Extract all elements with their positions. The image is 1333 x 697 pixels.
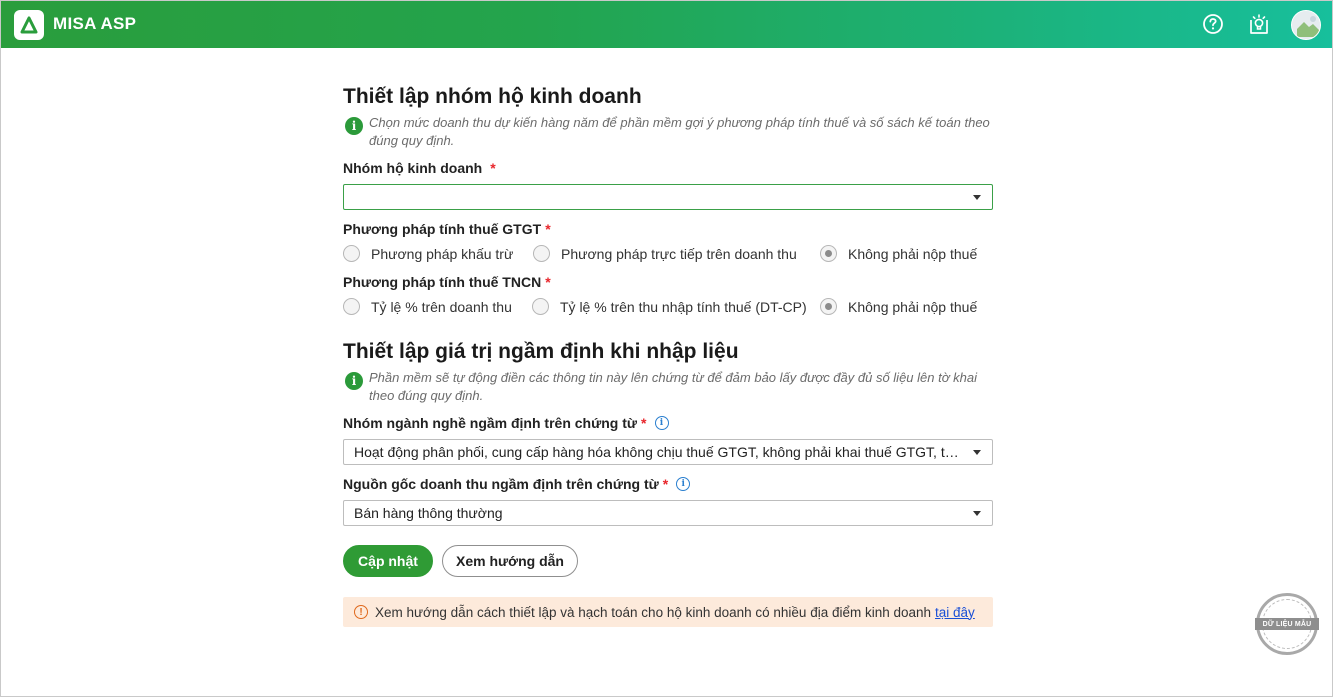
chevron-down-icon[interactable] [973,450,981,455]
sample-data-stamp: DỮ LIỆU MẪU [1255,593,1319,655]
hint-default-values: i Phần mềm sẽ tự động điền các thông tin… [345,369,995,405]
help-icon[interactable] [1201,12,1225,36]
misa-logo[interactable] [14,10,44,40]
section-title-business-group: Thiết lập nhóm hộ kinh doanh [343,85,642,108]
radio-circle[interactable] [532,298,549,315]
chevron-down-icon[interactable] [973,511,981,516]
select-value: Hoạt động phân phối, cung cấp hàng hóa k… [354,444,960,460]
logo-icon [20,16,38,34]
industry-group-select[interactable]: Hoạt động phân phối, cung cấp hàng hóa k… [343,439,993,465]
vat-radio-direct[interactable]: Phương pháp trực tiếp trên doanh thu [533,245,797,262]
hint-text: Chọn mức doanh thu dự kiến hàng năm để p… [369,115,990,148]
multi-location-notice: ! Xem hướng dẫn cách thiết lập và hạch t… [343,597,993,627]
pit-method-label: Phương pháp tính thuế TNCN * [343,274,551,290]
required-marker: * [662,476,669,492]
notice-text: Xem hướng dẫn cách thiết lập và hạch toá… [375,604,932,620]
user-avatar-icon [1292,11,1320,39]
update-button[interactable]: Cập nhật [343,545,433,577]
avatar[interactable] [1291,10,1321,40]
required-marker: * [490,160,496,176]
revenue-source-select[interactable]: Bán hàng thông thường [343,500,993,526]
view-guide-button[interactable]: Xem hướng dẫn [442,545,578,577]
pit-radio-taxable-income-rate[interactable]: Tỷ lệ % trên thu nhập tính thuế (DT-CP) [532,298,807,315]
pit-radio-revenue-rate[interactable]: Tỷ lệ % trên doanh thu [343,298,512,315]
radio-circle[interactable] [343,245,360,262]
vat-radio-deduction[interactable]: Phương pháp khấu trừ [343,245,513,262]
business-group-label: Nhóm hộ kinh doanh * [343,160,496,176]
revenue-source-label: Nguồn gốc doanh thu ngầm định trên chứng… [343,476,691,492]
warning-info-icon: ! [354,605,368,619]
radio-label: Tỷ lệ % trên doanh thu [371,298,512,315]
vat-radio-exempt[interactable]: Không phải nộp thuế [820,245,977,262]
hint-business-group: i Chọn mức doanh thu dự kiến hàng năm để… [345,114,995,150]
radio-circle-checked[interactable] [820,298,837,315]
label-text: Phương pháp tính thuế GTGT [343,221,542,237]
label-text: Phương pháp tính thuế TNCN [343,274,542,290]
hint-text: Phần mềm sẽ tự động điền các thông tin n… [369,370,978,403]
app-name: MISA ASP [53,14,137,33]
top-bar: MISA ASP [1,1,1332,48]
radio-label: Không phải nộp thuế [848,298,978,315]
label-text: Nhóm ngành nghề ngầm định trên chứng từ [343,415,638,431]
required-marker: * [641,415,647,431]
required-marker: * [545,274,551,290]
info-green-icon: i [345,372,363,390]
required-marker: * [545,221,551,237]
radio-label: Không phải nộp thuế [848,245,978,262]
radio-label: Phương pháp trực tiếp trên doanh thu [561,245,797,262]
section-title-default-values: Thiết lập giá trị ngầm định khi nhập liệ… [343,340,739,363]
vat-method-label: Phương pháp tính thuế GTGT * [343,221,551,237]
info-icon[interactable]: i [676,477,691,491]
industry-group-label: Nhóm ngành nghề ngầm định trên chứng từ … [343,415,669,431]
info-icon[interactable]: i [654,416,669,430]
pit-radio-exempt[interactable]: Không phải nộp thuế [820,298,977,315]
notice-link[interactable]: tại đây [935,605,975,620]
radio-circle-checked[interactable] [820,245,837,262]
radio-label: Tỷ lệ % trên thu nhập tính thuế (DT-CP) [560,298,807,315]
select-value: Bán hàng thông thường [354,505,503,521]
business-group-select[interactable] [343,184,993,210]
info-green-icon: i [345,117,363,135]
stamp-label: DỮ LIỆU MẪU [1255,618,1319,630]
chevron-down-icon[interactable] [973,195,981,200]
notification-lightbulb-icon[interactable] [1247,12,1271,36]
label-text: Nhóm hộ kinh doanh [343,160,483,176]
radio-label: Phương pháp khấu trừ [371,245,514,262]
radio-circle[interactable] [533,245,550,262]
label-text: Nguồn gốc doanh thu ngầm định trên chứng… [343,476,659,492]
radio-circle[interactable] [343,298,360,315]
